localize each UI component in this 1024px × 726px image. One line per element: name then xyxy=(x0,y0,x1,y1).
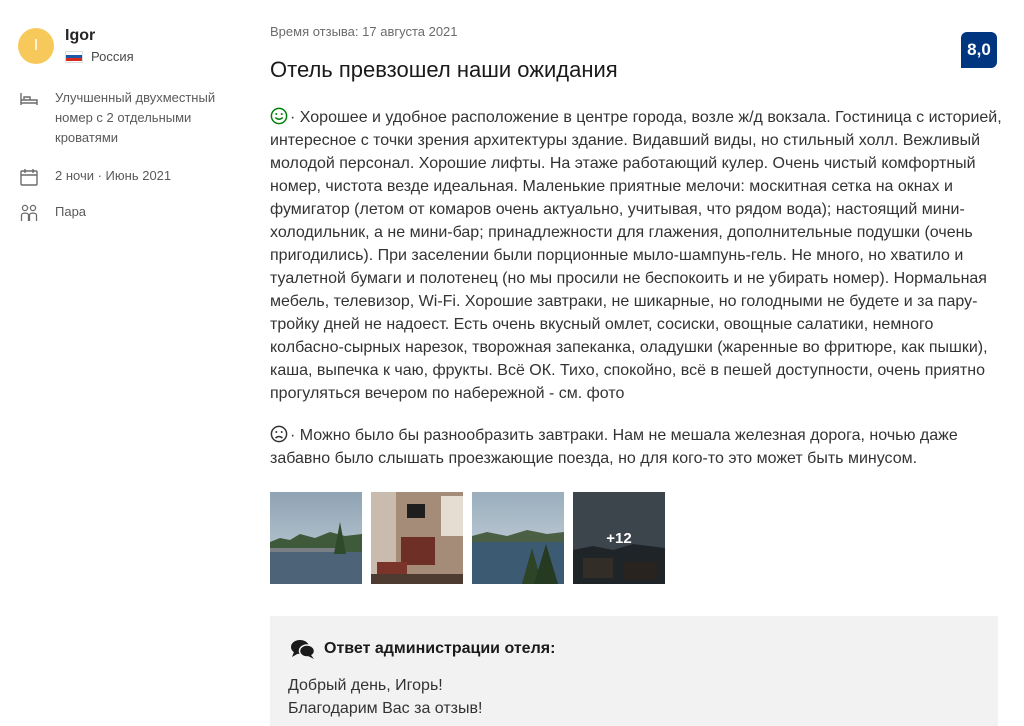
review-title: Отель превзошел наши ожидания xyxy=(270,57,618,82)
negative-review: · Можно было бы разнообразить завтраки. … xyxy=(270,424,1005,470)
stay-dates-row: 2 ночи · Июнь 2021 xyxy=(18,166,248,188)
reviewer-meta: Igor Россия xyxy=(65,22,134,64)
room-type-label: Улучшенный двухместный номер с 2 отдельн… xyxy=(55,90,216,145)
hotel-reply-panel: Ответ администрации отеля: Добрый день, … xyxy=(270,616,998,726)
review-header: Время отзыва: 17 августа 2021 Отель прев… xyxy=(270,24,1000,83)
chat-bubbles-icon xyxy=(291,640,316,659)
traveler-type-row: Пара xyxy=(18,202,248,224)
hotel-reply-text: Добрый день, Игорь! Благодарим Вас за от… xyxy=(288,674,482,720)
hotel-reply-line: Благодарим Вас за отзыв! xyxy=(288,700,483,717)
river-photo-image xyxy=(270,492,362,584)
review-score-badge: 8,0 xyxy=(961,32,997,68)
embankment-photo-image xyxy=(472,492,564,584)
reviewer-panel: I Igor Россия Улучшенный двухместный ном… xyxy=(18,22,248,224)
photo-thumbnail[interactable] xyxy=(270,492,362,584)
happy-face-icon xyxy=(270,107,288,125)
hotel-reply-line: Добрый день, Игорь! xyxy=(288,677,443,694)
calendar-icon xyxy=(20,169,38,186)
reviewer-name: Igor xyxy=(65,27,96,44)
stay-dates-label: 2 ночи · Июнь 2021 xyxy=(55,168,172,183)
hotel-reply-heading: Ответ администрации отеля: xyxy=(324,640,556,657)
room-type-row: Улучшенный двухместный номер с 2 отдельн… xyxy=(18,88,248,148)
review-date: Время отзыва: 17 августа 2021 xyxy=(270,24,458,39)
photo-thumbnail[interactable] xyxy=(472,492,564,584)
photo-thumbnail[interactable] xyxy=(371,492,463,584)
avatar: I xyxy=(18,28,54,64)
bed-icon xyxy=(20,93,38,105)
traveler-type-label: Пара xyxy=(55,204,87,219)
positive-review: · Хорошее и удобное расположение в центр… xyxy=(270,106,1005,405)
reviewer-country: Россия xyxy=(65,49,134,64)
room-photo-image xyxy=(371,492,463,584)
review-photos: +12 xyxy=(270,492,674,584)
positive-review-text: · Хорошее и удобное расположение в центр… xyxy=(270,109,1002,402)
photo-thumbnail-more[interactable]: +12 xyxy=(573,492,665,584)
country-label: Россия xyxy=(91,49,134,64)
couple-icon xyxy=(20,204,38,221)
reviewer-header: I Igor Россия xyxy=(18,22,248,64)
negative-review-text: · Можно было бы разнообразить завтраки. … xyxy=(270,427,958,467)
russia-flag-icon xyxy=(65,50,83,63)
more-photos-count: +12 xyxy=(573,492,665,584)
sad-face-icon xyxy=(270,425,288,443)
hotel-reply-header: Ответ администрации отеля: xyxy=(290,638,555,660)
